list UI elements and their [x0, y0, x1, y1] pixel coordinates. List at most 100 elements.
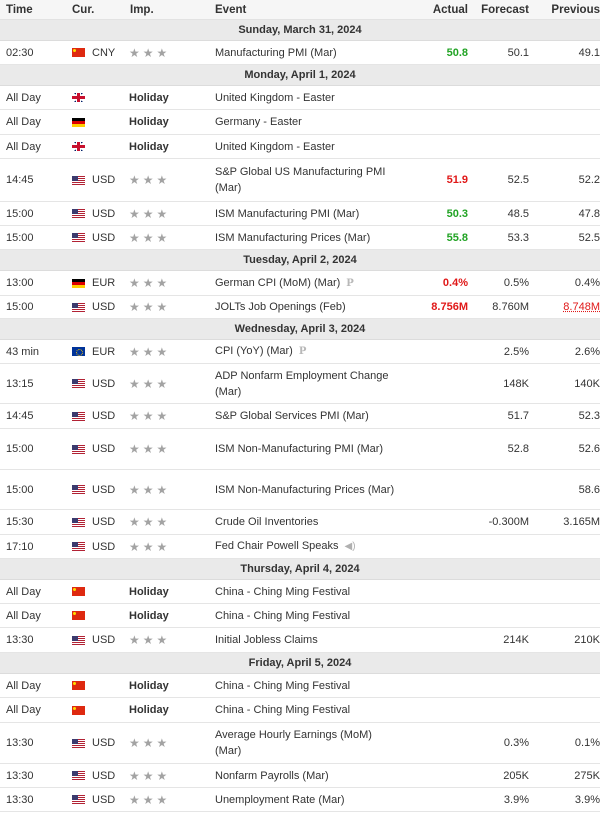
- event-name[interactable]: Average Hourly Earnings (MoM) (Mar): [215, 729, 372, 757]
- event-name-link[interactable]: United Kingdom - Easter: [215, 139, 335, 155]
- event-name-link[interactable]: Average Hourly Earnings (MoM) (Mar): [215, 727, 397, 759]
- header-previous[interactable]: Previous: [529, 4, 600, 16]
- header-importance[interactable]: Imp.: [129, 4, 215, 16]
- event-row[interactable]: 15:00 USD ★ ★ ★ ISM Manufacturing Prices (Mar…: [0, 226, 600, 250]
- event-name[interactable]: German CPI (MoM) (Mar): [215, 277, 340, 289]
- event-name[interactable]: Initial Jobless Claims: [215, 634, 318, 646]
- holiday-label: Holiday: [129, 679, 169, 692]
- event-importance: ★ ★ ★: [129, 770, 215, 782]
- event-name[interactable]: CPI (YoY) (Mar): [215, 345, 293, 357]
- event-name[interactable]: Fed Chair Powell Speaks: [215, 540, 339, 552]
- event-row[interactable]: 15:00 USD ★ ★ ★ ISM Non-Manufacturing PMI (Ma…: [0, 429, 600, 470]
- holiday-row[interactable]: All Day Holiday United Kingdom - Easter: [0, 135, 600, 159]
- event-name-link[interactable]: Crude Oil Inventories: [215, 514, 318, 530]
- event-name[interactable]: ISM Manufacturing Prices (Mar): [215, 232, 370, 244]
- event-name-link[interactable]: China - Ching Ming Festival: [215, 608, 350, 624]
- event-row[interactable]: 13:00 EUR ★ ★ ★ German CPI (MoM) (Mar) P 0.4% 0.…: [0, 271, 600, 296]
- event-name[interactable]: United Kingdom - Easter: [215, 92, 335, 104]
- event-name-link[interactable]: S&P Global Services PMI (Mar): [215, 408, 369, 424]
- event-row[interactable]: 14:45 USD ★ ★ ★ S&P Global Services PMI (Mar)…: [0, 404, 600, 429]
- event-name-link[interactable]: United Kingdom - Easter: [215, 90, 335, 106]
- event-importance: ★ ★ ★: [129, 634, 215, 646]
- event-name-link[interactable]: Initial Jobless Claims: [215, 632, 318, 648]
- event-name[interactable]: ISM Non-Manufacturing Prices (Mar): [215, 484, 394, 496]
- event-name[interactable]: Crude Oil Inventories: [215, 516, 318, 528]
- star-icon: ★: [142, 45, 154, 60]
- currency-code: CNY: [92, 46, 116, 59]
- star-icon: ★: [142, 173, 154, 187]
- event-currency: CNY: [66, 47, 129, 59]
- event-row[interactable]: 15:00 USD ★ ★ ★ ISM Manufacturing PMI (Mar) 50…: [0, 202, 600, 226]
- event-name[interactable]: S&P Global US Manufacturing PMI (Mar): [215, 166, 385, 194]
- event-name-link[interactable]: ADP Nonfarm Employment Change (Mar): [215, 368, 397, 400]
- event-forecast: -0.300M: [488, 516, 529, 528]
- event-time: All Day: [6, 679, 41, 692]
- event-name[interactable]: JOLTs Job Openings (Feb): [215, 301, 346, 313]
- event-name-link[interactable]: S&P Global US Manufacturing PMI (Mar): [215, 164, 397, 196]
- holiday-row[interactable]: All Day Holiday China - Ching Ming Festiva…: [0, 698, 600, 723]
- event-name[interactable]: S&P Global Services PMI (Mar): [215, 410, 369, 422]
- event-name-link[interactable]: ISM Non-Manufacturing PMI (Mar): [215, 441, 383, 457]
- header-actual[interactable]: Actual: [397, 4, 468, 16]
- header-event[interactable]: Event: [215, 2, 397, 18]
- event-name-link[interactable]: German CPI (MoM) (Mar) P: [215, 275, 354, 292]
- header-currency[interactable]: Cur.: [66, 4, 129, 16]
- event-name[interactable]: ISM Manufacturing PMI (Mar): [215, 208, 359, 220]
- event-row[interactable]: 13:30 USD ★ ★ ★ Initial Jobless Claims 214K 210…: [0, 628, 600, 653]
- event-name[interactable]: Nonfarm Payrolls (Mar): [215, 770, 329, 782]
- event-row[interactable]: 13:30 USD ★ ★ ★ Nonfarm Payrolls (Mar) 205K 275…: [0, 764, 600, 788]
- currency-code: USD: [92, 516, 116, 528]
- country-flag-icon: [72, 379, 85, 388]
- event-row[interactable]: 02:30 CNY ★ ★ ★ Manufacturing PMI (Mar) 50.8 50…: [0, 41, 600, 65]
- event-name-link[interactable]: Fed Chair Powell Speaks ◀): [215, 538, 356, 555]
- holiday-row[interactable]: All Day Holiday China - Ching Ming Festiva…: [0, 580, 600, 604]
- event-name-link[interactable]: China - Ching Ming Festival: [215, 584, 350, 600]
- star-icon: ★: [156, 230, 168, 245]
- star-icon: ★: [142, 633, 154, 647]
- event-name[interactable]: China - Ching Ming Festival: [215, 586, 350, 598]
- holiday-row[interactable]: All Day Holiday United Kingdom - Easter: [0, 86, 600, 110]
- event-name[interactable]: China - Ching Ming Festival: [215, 704, 350, 716]
- event-name[interactable]: United Kingdom - Easter: [215, 141, 335, 153]
- event-forecast: 0.3%: [503, 737, 529, 749]
- event-name-link[interactable]: ISM Non-Manufacturing Prices (Mar): [215, 482, 394, 498]
- header-time[interactable]: Time: [0, 4, 66, 16]
- event-name[interactable]: China - Ching Ming Festival: [215, 680, 350, 692]
- event-name[interactable]: Unemployment Rate (Mar): [215, 794, 345, 806]
- country-flag-icon: [72, 444, 85, 454]
- event-row[interactable]: 43 min EUR ★ ★ ★ CPI (YoY) (Mar) P 2.5% 2.6%: [0, 340, 600, 364]
- event-previous: 58.6: [529, 484, 600, 496]
- holiday-row[interactable]: All Day Holiday China - Ching Ming Festiva…: [0, 604, 600, 628]
- event-row[interactable]: 13:30 USD ★ ★ ★ Unemployment Rate (Mar) 3.9% 3.…: [0, 788, 600, 812]
- event-name-link[interactable]: Germany - Easter: [215, 114, 302, 130]
- event-row[interactable]: 15:00 USD ★ ★ ★ ISM Non-Manufacturing Prices …: [0, 470, 600, 510]
- country-flag-icon: [72, 517, 85, 527]
- event-row[interactable]: 13:15 USD ★ ★ ★ ADP Nonfarm Employment Change…: [0, 364, 600, 404]
- star-icon: ★: [129, 276, 140, 290]
- event-name[interactable]: ADP Nonfarm Employment Change (Mar): [215, 370, 388, 398]
- event-name[interactable]: ISM Non-Manufacturing PMI (Mar): [215, 443, 383, 455]
- event-name-link[interactable]: ISM Manufacturing PMI (Mar): [215, 206, 359, 222]
- header-forecast[interactable]: Forecast: [468, 4, 529, 16]
- event-name-link[interactable]: JOLTs Job Openings (Feb): [215, 299, 346, 315]
- holiday-row[interactable]: All Day Holiday Germany - Easter: [0, 110, 600, 135]
- event-currency: [66, 117, 129, 127]
- event-name-link[interactable]: Nonfarm Payrolls (Mar): [215, 768, 329, 784]
- event-row[interactable]: 15:30 USD ★ ★ ★ Crude Oil Inventories -0.300M 3…: [0, 510, 600, 535]
- event-row[interactable]: 13:30 USD ★ ★ ★ Average Hourly Earnings (MoM)…: [0, 723, 600, 764]
- event-previous-value: 52.5: [578, 231, 600, 244]
- holiday-row[interactable]: All Day Holiday China - Ching Ming Festiva…: [0, 674, 600, 698]
- event-name-link[interactable]: CPI (YoY) (Mar) P: [215, 343, 306, 360]
- event-name[interactable]: China - Ching Ming Festival: [215, 610, 350, 622]
- event-row[interactable]: 15:00 USD ★ ★ ★ JOLTs Job Openings (Feb) 8.756…: [0, 296, 600, 319]
- star-icon: ★: [129, 300, 140, 314]
- event-name-link[interactable]: China - Ching Ming Festival: [215, 678, 350, 694]
- event-row[interactable]: 14:45 USD ★ ★ ★ S&P Global US Manufacturing P…: [0, 159, 600, 202]
- event-name[interactable]: Germany - Easter: [215, 116, 302, 128]
- event-name-link[interactable]: ISM Manufacturing Prices (Mar): [215, 230, 370, 246]
- event-row[interactable]: 17:10 USD ★ ★ ★ Fed Chair Powell Speaks ◀): [0, 535, 600, 559]
- event-name[interactable]: Manufacturing PMI (Mar): [215, 47, 337, 59]
- event-name-link[interactable]: Unemployment Rate (Mar): [215, 792, 345, 808]
- event-name-link[interactable]: China - Ching Ming Festival: [215, 702, 350, 718]
- event-name-link[interactable]: Manufacturing PMI (Mar): [215, 45, 337, 61]
